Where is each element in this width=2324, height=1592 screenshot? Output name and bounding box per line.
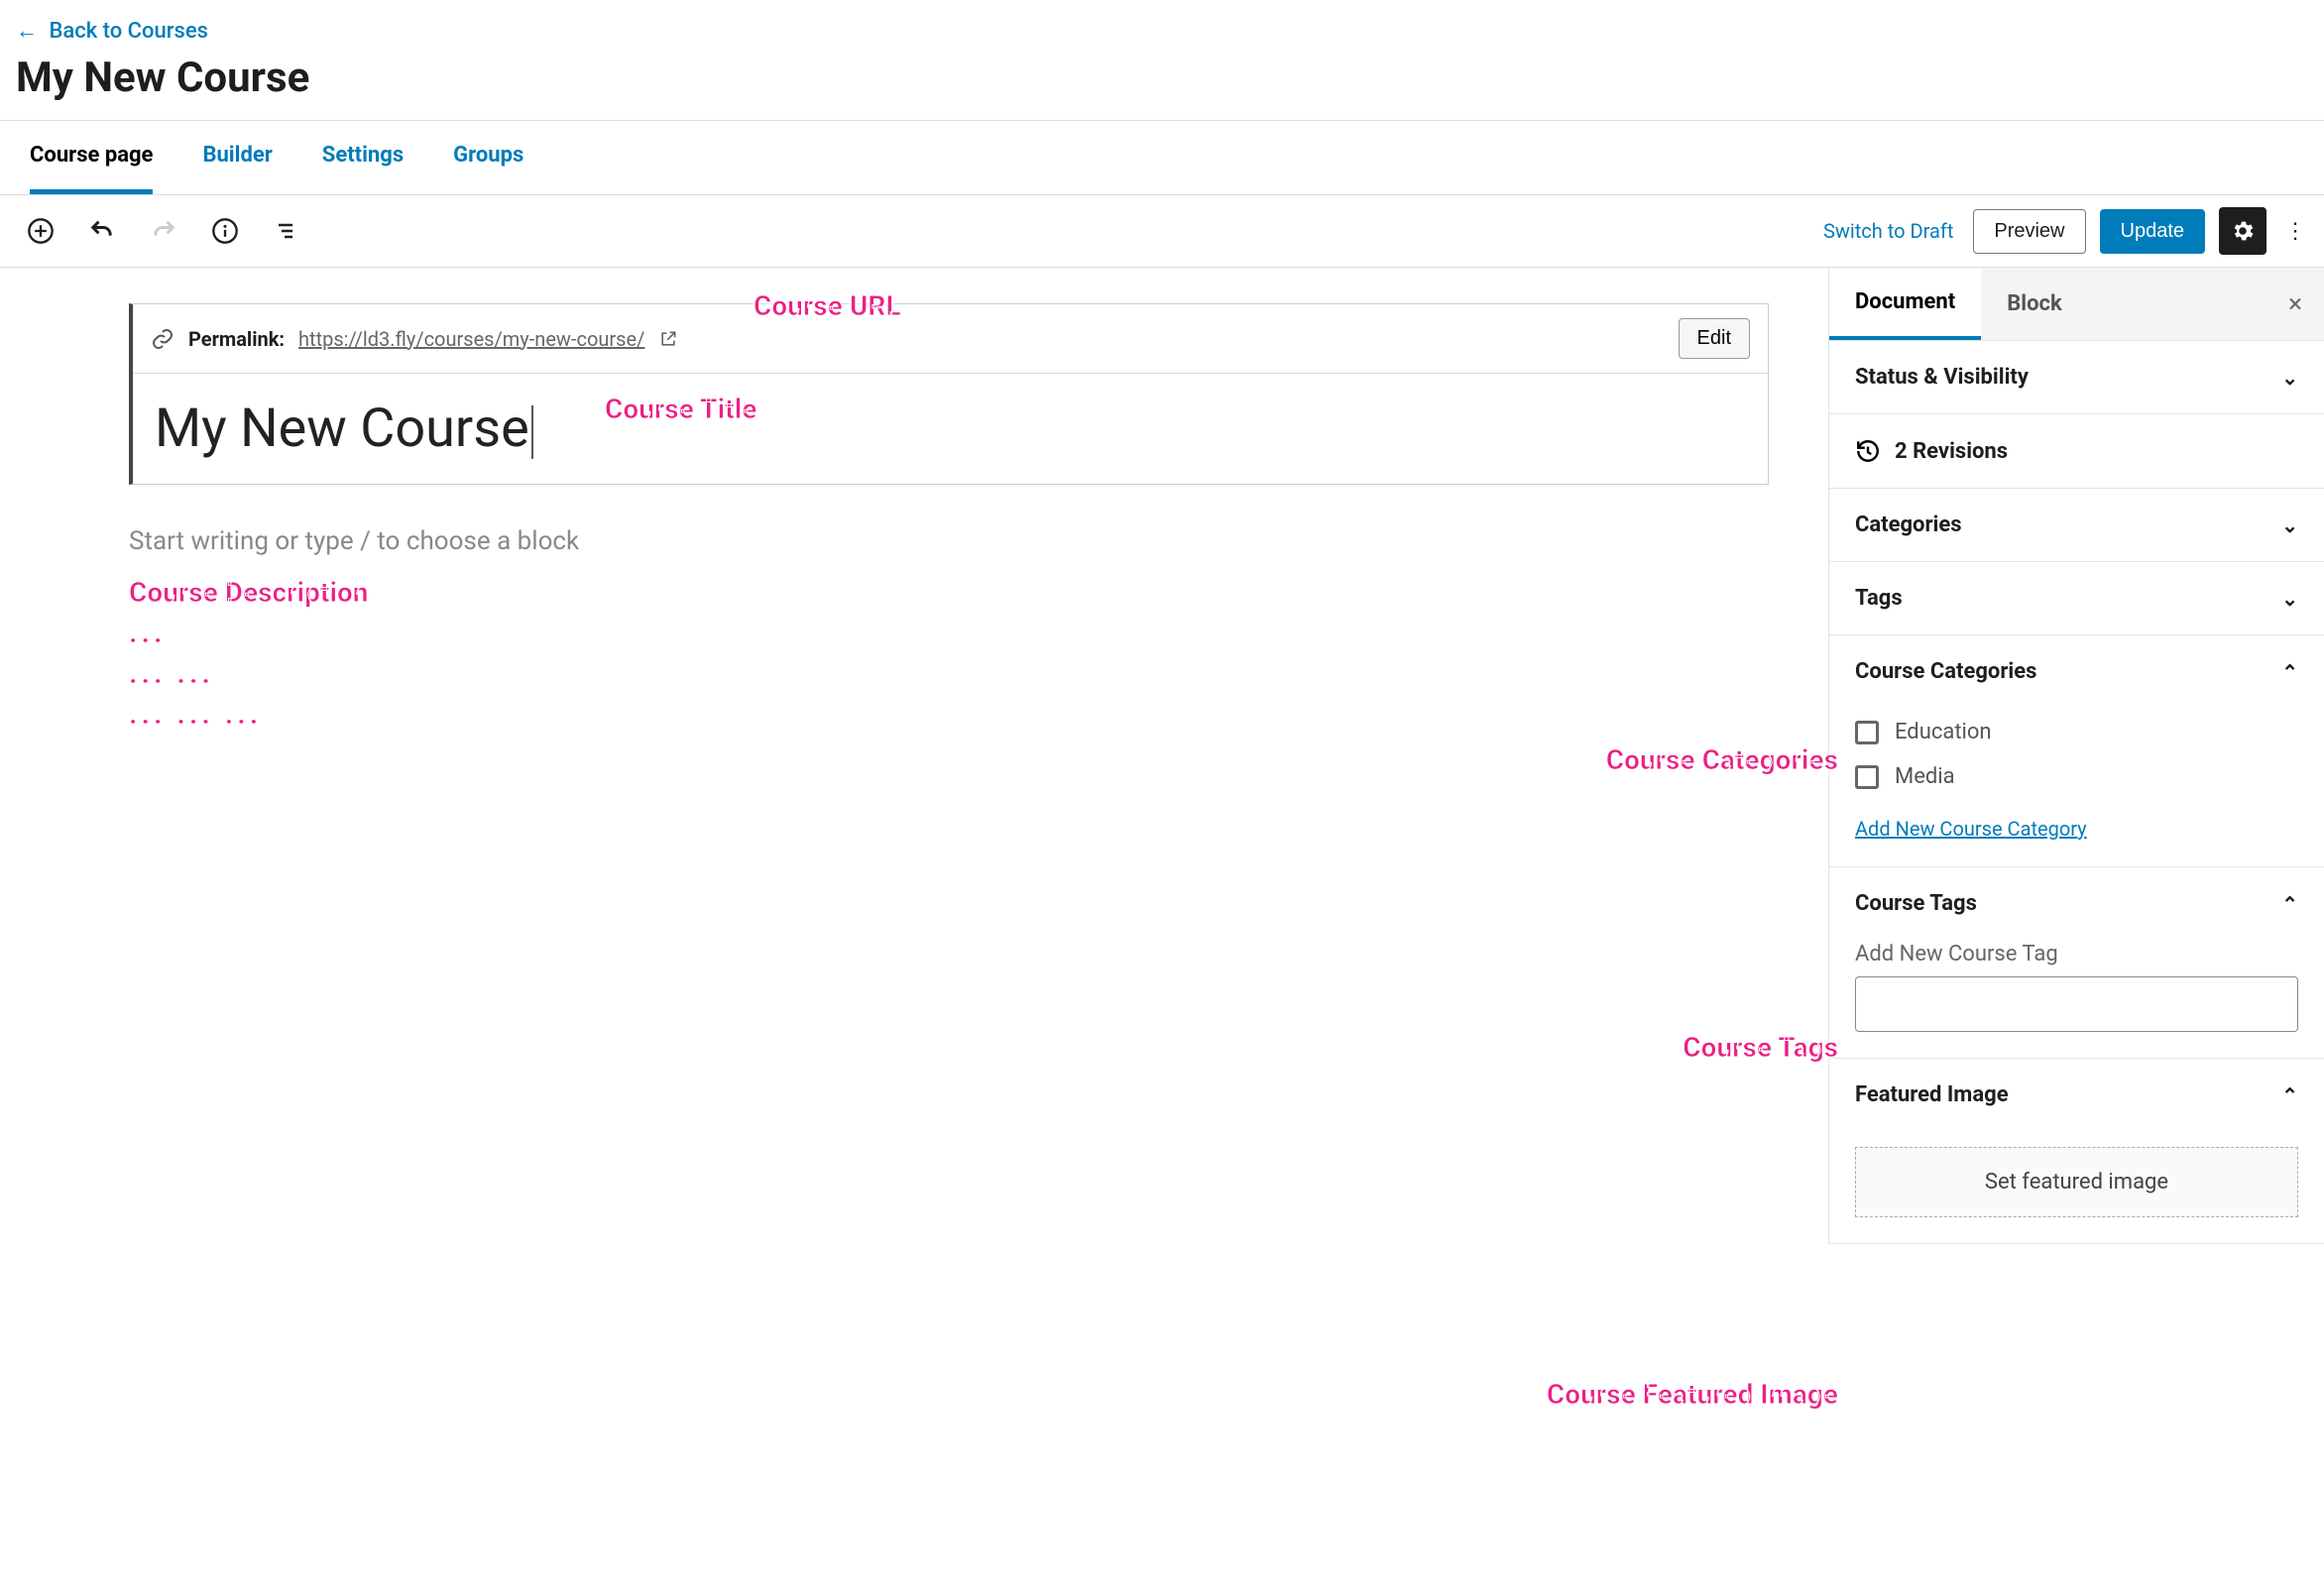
info-button[interactable] bbox=[210, 216, 240, 246]
title-block: Permalink: https://ld3.fly/courses/my-ne… bbox=[129, 303, 1769, 485]
primary-tabs: Course page Builder Settings Groups bbox=[0, 121, 2324, 195]
annotation-course-title: Course Title bbox=[605, 393, 756, 425]
chevron-down-icon: ⌄ bbox=[2281, 513, 2298, 537]
revisions-label: 2 Revisions bbox=[1895, 439, 2008, 464]
redo-button[interactable] bbox=[149, 216, 178, 246]
editor-toolbar: Switch to Draft Preview Update ⋮ bbox=[0, 195, 2324, 268]
plus-circle-icon bbox=[27, 217, 55, 245]
panel-revisions: 2 Revisions bbox=[1829, 414, 2324, 489]
panel-categories-toggle[interactable]: Categories ⌄ bbox=[1829, 489, 2324, 561]
add-tag-label: Add New Course Tag bbox=[1855, 942, 2298, 967]
link-icon bbox=[151, 327, 174, 351]
permalink-row: Permalink: https://ld3.fly/courses/my-ne… bbox=[133, 304, 1768, 374]
outline-icon bbox=[273, 219, 300, 243]
inspector-close-button[interactable]: × bbox=[2266, 289, 2324, 319]
annotation-dots-row: ... bbox=[129, 617, 1769, 649]
category-option-education[interactable]: Education bbox=[1855, 710, 2298, 754]
undo-button[interactable] bbox=[87, 216, 117, 246]
kebab-icon: ⋮ bbox=[2284, 219, 2306, 244]
chevron-up-icon: ⌃ bbox=[2281, 1083, 2298, 1107]
annotation-course-description-block: Course Description ... ... ... ... ... .… bbox=[129, 576, 1769, 731]
annotation-course-tags: Course Tags bbox=[1683, 1031, 1838, 1064]
chevron-down-icon: ⌄ bbox=[2281, 587, 2298, 611]
chevron-up-icon: ⌃ bbox=[2281, 660, 2298, 684]
preview-button[interactable]: Preview bbox=[1973, 209, 2085, 254]
revisions-link[interactable]: 2 Revisions bbox=[1829, 414, 2324, 488]
panel-featured-image-toggle[interactable]: Featured Image ⌃ bbox=[1829, 1059, 2324, 1131]
permalink-label: Permalink: bbox=[188, 327, 285, 351]
update-button[interactable]: Update bbox=[2100, 209, 2206, 254]
annotation-dots-row: ... ... bbox=[129, 657, 1769, 690]
page-title: My New Course bbox=[16, 54, 2308, 102]
panel-featured-image: Featured Image ⌃ Set featured image bbox=[1829, 1059, 2324, 1244]
set-featured-image-button[interactable]: Set featured image bbox=[1855, 1147, 2298, 1217]
panel-course-categories-toggle[interactable]: Course Categories ⌃ bbox=[1829, 635, 2324, 708]
editor-body: Permalink: https://ld3.fly/courses/my-ne… bbox=[0, 268, 2324, 1244]
annotation-dots-row: ... ... ... bbox=[129, 698, 1769, 731]
tab-course-page[interactable]: Course page bbox=[30, 121, 153, 194]
info-icon bbox=[211, 217, 239, 245]
content-placeholder[interactable]: Start writing or type / to choose a bloc… bbox=[129, 526, 1769, 556]
tab-builder[interactable]: Builder bbox=[202, 121, 272, 194]
chevron-up-icon: ⌃ bbox=[2281, 892, 2298, 916]
chevron-down-icon: ⌄ bbox=[2281, 366, 2298, 390]
category-option-media[interactable]: Media bbox=[1855, 754, 2298, 799]
panel-title: Tags bbox=[1855, 586, 1903, 611]
inspector-sidebar: Document Block × Status & Visibility ⌄ 2… bbox=[1828, 268, 2324, 1244]
panel-categories: Categories ⌄ bbox=[1829, 489, 2324, 562]
category-label: Education bbox=[1895, 720, 1992, 744]
undo-icon bbox=[88, 217, 116, 245]
annotation-course-description: Course Description bbox=[129, 576, 1769, 609]
redo-icon bbox=[150, 217, 177, 245]
panel-status-visibility: Status & Visibility ⌄ bbox=[1829, 341, 2324, 414]
course-title-value: My New Course bbox=[155, 398, 529, 460]
tab-groups[interactable]: Groups bbox=[453, 121, 523, 194]
page-header: ← Back to Courses My New Course bbox=[0, 0, 2324, 102]
panel-tags: Tags ⌄ bbox=[1829, 562, 2324, 635]
annotation-course-featured-image: Course Featured Image bbox=[1547, 1378, 1838, 1411]
panel-status-visibility-toggle[interactable]: Status & Visibility ⌄ bbox=[1829, 341, 2324, 413]
external-link-icon bbox=[658, 329, 678, 349]
tab-settings[interactable]: Settings bbox=[322, 121, 404, 194]
close-icon: × bbox=[2288, 289, 2302, 319]
inspector-tabs: Document Block × bbox=[1829, 268, 2324, 341]
panel-title: Categories bbox=[1855, 512, 1962, 537]
course-tag-input[interactable] bbox=[1855, 976, 2298, 1032]
back-to-courses-link[interactable]: ← Back to Courses bbox=[16, 19, 208, 44]
checkbox-icon[interactable] bbox=[1855, 765, 1879, 789]
annotation-course-url: Course URL bbox=[754, 289, 901, 322]
inspector-tab-block[interactable]: Block bbox=[1981, 270, 2088, 338]
panel-tags-toggle[interactable]: Tags ⌄ bbox=[1829, 562, 2324, 634]
settings-toggle-button[interactable] bbox=[2219, 207, 2266, 255]
arrow-left-icon: ← bbox=[16, 19, 38, 44]
panel-course-tags-toggle[interactable]: Course Tags ⌃ bbox=[1829, 867, 2324, 940]
switch-to-draft-button[interactable]: Switch to Draft bbox=[1817, 211, 1959, 251]
panel-title: Course Categories bbox=[1855, 659, 2036, 684]
text-caret-icon bbox=[531, 405, 533, 459]
annotation-course-categories: Course Categories bbox=[1606, 743, 1838, 776]
panel-title: Course Tags bbox=[1855, 891, 1977, 916]
add-course-category-link[interactable]: Add New Course Category bbox=[1855, 817, 2087, 841]
permalink-edit-button[interactable]: Edit bbox=[1679, 318, 1750, 359]
inspector-tab-document[interactable]: Document bbox=[1829, 268, 1981, 340]
panel-course-categories: Course Categories ⌃ Education Media Add … bbox=[1829, 635, 2324, 867]
editor-column: Permalink: https://ld3.fly/courses/my-ne… bbox=[0, 268, 1828, 1244]
category-label: Media bbox=[1895, 764, 1955, 789]
outline-button[interactable] bbox=[272, 216, 301, 246]
back-link-label: Back to Courses bbox=[49, 19, 207, 44]
panel-course-tags: Course Tags ⌃ Add New Course Tag bbox=[1829, 867, 2324, 1059]
course-title-input[interactable]: My New Course bbox=[133, 374, 1768, 484]
gear-icon bbox=[2230, 218, 2256, 244]
panel-title: Featured Image bbox=[1855, 1082, 2009, 1107]
more-options-button[interactable]: ⋮ bbox=[2280, 207, 2310, 255]
checkbox-icon[interactable] bbox=[1855, 721, 1879, 744]
panel-title: Status & Visibility bbox=[1855, 365, 2029, 390]
permalink-url[interactable]: https://ld3.fly/courses/my-new-course/ bbox=[298, 327, 644, 351]
history-icon bbox=[1855, 438, 1881, 464]
add-block-button[interactable] bbox=[26, 216, 56, 246]
